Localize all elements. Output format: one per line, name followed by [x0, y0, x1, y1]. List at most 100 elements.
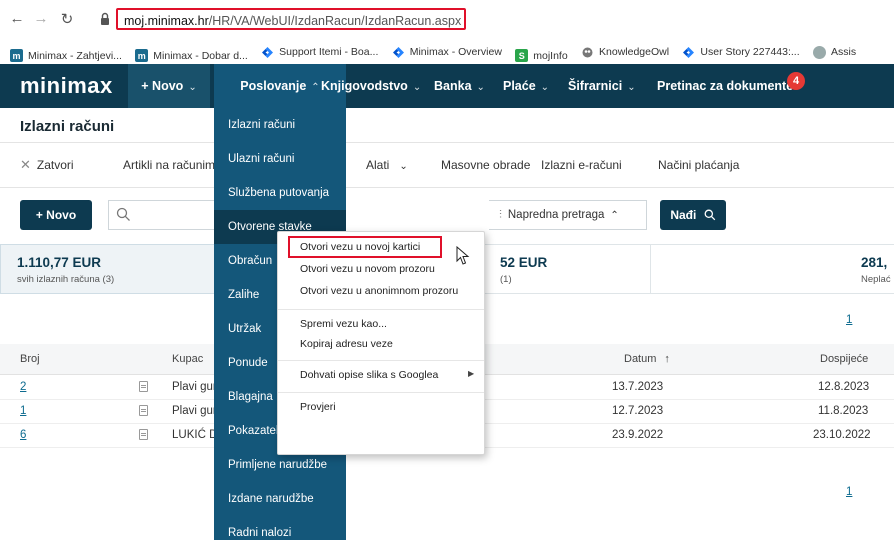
add-new-button[interactable]: + Novo — [20, 200, 92, 230]
nav-novo[interactable]: + Novo ⌄ — [128, 64, 210, 108]
menu-item-izdane-narudzbe[interactable]: Izdane narudžbe — [214, 482, 346, 516]
close-button[interactable]: ✕ Zatvori — [20, 143, 74, 187]
bookmark-item[interactable]: Minimax - Overview — [392, 40, 502, 64]
jira-icon — [262, 46, 274, 58]
chevron-down-icon: ⌄ — [399, 161, 408, 172]
bookmark-item[interactable]: SmojInfo — [515, 44, 568, 65]
url-host: moj.minimax.hr — [124, 14, 209, 28]
m-icon: m — [10, 49, 23, 62]
pager-page-1[interactable]: 1 — [846, 486, 852, 498]
invoice-number-link[interactable]: 2 — [20, 375, 26, 399]
nav-knjigovodstvo-label: Knjigovodstvo — [321, 79, 408, 93]
knowledgeowl-icon — [582, 47, 593, 57]
summary-card-unpaid[interactable]: 281, Neplać — [650, 244, 894, 294]
bookmark-item[interactable]: Assis — [812, 40, 856, 64]
reload-icon[interactable]: ↻ — [58, 10, 76, 28]
bookmark-item[interactable]: Support Itemi - Boa... — [261, 40, 378, 64]
date-cell: 12.7.2023 — [612, 405, 664, 417]
document-icon[interactable] — [139, 405, 148, 416]
ctx-open-incognito[interactable]: Otvori vezu u anonimnom prozoru — [300, 285, 458, 297]
advanced-search-label: Napredna pretraga — [507, 209, 605, 221]
izlazni-e-racuni-button[interactable]: Izlazni e-računi — [541, 143, 622, 187]
card-amount: 1.110,77 EUR — [17, 255, 102, 270]
datum-label: Datum — [624, 353, 657, 365]
document-icon[interactable] — [139, 381, 148, 392]
menu-item-ulazni-racuni[interactable]: Ulazni računi — [214, 142, 346, 176]
nav-sifrarnici[interactable]: Šifrarnici ⌄ — [568, 64, 636, 108]
due-date-cell: 23.10.2022 — [813, 429, 871, 441]
menu-item-radni-nalozi[interactable]: Radni nalozi — [214, 516, 346, 550]
ctx-copy-link[interactable]: Kopiraj adresu veze — [300, 338, 393, 350]
bookmark-item[interactable]: m Minimax - Dobar d... — [135, 44, 248, 65]
menu-item-sluzbena-putovanja[interactable]: Službena putovanja — [214, 176, 346, 210]
chevron-up-icon: ⌃ — [610, 210, 619, 221]
filter-sliders-icon: ⫶ — [499, 209, 502, 221]
advanced-search-toggle[interactable]: ⫶ Napredna pretraga ⌃ — [489, 200, 647, 230]
document-icon[interactable] — [139, 429, 148, 440]
due-date-cell: 11.8.2023 — [818, 405, 869, 417]
nacini-placanja-button[interactable]: Načini plaćanja — [658, 143, 739, 187]
bookmark-item[interactable]: m Minimax - Zahtjevi... — [10, 44, 122, 65]
menu-separator — [278, 360, 484, 361]
alati-label: Alati — [366, 158, 390, 172]
bookmark-label: Support Itemi - Boa... — [279, 46, 379, 58]
ctx-inspect[interactable]: Provjeri — [300, 401, 336, 413]
forward-arrow-icon[interactable]: → — [32, 10, 50, 27]
back-arrow-icon[interactable]: ← — [8, 10, 26, 27]
minimax-logo[interactable]: minimax — [20, 73, 113, 99]
artikli-button[interactable]: Artikli na računima — [123, 143, 222, 187]
masovne-obrade-button[interactable]: Masovne obrade — [441, 143, 530, 187]
find-button[interactable]: Nađi — [660, 200, 726, 230]
page-title: Izlazni računi — [20, 118, 115, 135]
bookmark-label: Minimax - Zahtjevi... — [28, 49, 122, 62]
browser-toolbar: ← → ↻ moj.minimax.hr/HR/VA/WebUI/IzdanRa… — [0, 0, 894, 40]
alati-button[interactable]: Alati ⌄ — [366, 143, 408, 187]
nav-knjigovodstvo[interactable]: Knjigovodstvo ⌄ — [321, 64, 421, 108]
pager-page-1[interactable]: 1 — [846, 314, 852, 326]
column-header-datum[interactable]: Datum ↑ — [624, 344, 670, 374]
menu-item-izlazni-racuni[interactable]: Izlazni računi — [214, 108, 346, 142]
lock-icon[interactable] — [100, 12, 110, 26]
address-bar[interactable]: moj.minimax.hr/HR/VA/WebUI/IzdanRacun/Iz… — [116, 8, 466, 30]
customer-cell: Plavi gur — [172, 381, 217, 393]
bookmark-item[interactable]: User Story 227443:... — [682, 40, 800, 64]
close-icon: ✕ — [20, 157, 31, 172]
chevron-down-icon: ⌄ — [540, 82, 550, 93]
page-toolbar: ✕ Zatvori Artikli na računima Alati ⌄ Maso… — [0, 143, 894, 187]
ctx-open-new-tab[interactable]: Otvori vezu u novoj kartici — [300, 241, 420, 253]
ctx-google-images[interactable]: Dohvati opise slika s Googlea — [300, 369, 438, 381]
ctx-save-link[interactable]: Spremi vezu kao... — [300, 318, 387, 330]
bookmark-item[interactable]: KnowledgeOwl — [581, 40, 669, 64]
nav-novo-label: + Novo — [141, 79, 184, 93]
invoice-number-link[interactable]: 1 — [20, 399, 26, 423]
nav-place[interactable]: Plaće ⌄ — [503, 64, 549, 108]
search-box[interactable] — [108, 200, 215, 230]
search-input[interactable] — [135, 203, 215, 229]
nav-banka-label: Banka — [434, 79, 472, 93]
ctx-open-new-window[interactable]: Otvori vezu u novom prozoru — [300, 263, 435, 275]
bookmark-label: User Story 227443:... — [700, 46, 800, 58]
date-cell: 13.7.2023 — [612, 381, 664, 393]
nav-banka[interactable]: Banka ⌄ — [434, 64, 485, 108]
customer-cell: Plavi gur — [172, 405, 217, 417]
column-header-kupac[interactable]: Kupac — [172, 344, 203, 374]
invoice-number-link[interactable]: 6 — [20, 423, 26, 447]
column-header-broj[interactable]: Broj — [20, 344, 40, 374]
customer-cell: LUKIĆ D — [172, 429, 218, 441]
divider — [0, 187, 894, 188]
nav-pretinac[interactable]: Pretinac za dokumente — [657, 64, 793, 108]
bookmark-label: KnowledgeOwl — [599, 46, 670, 58]
chevron-down-icon: ⌄ — [627, 82, 636, 93]
search-icon — [116, 207, 130, 221]
bookmark-label: Minimax - Overview — [409, 46, 502, 58]
menu-separator — [278, 309, 484, 310]
column-header-dospijece[interactable]: Dospijeće — [820, 344, 868, 374]
sort-arrow-up-icon: ↑ — [664, 353, 670, 365]
due-date-cell: 12.8.2023 — [818, 381, 870, 393]
date-cell: 23.9.2022 — [612, 429, 664, 441]
bookmark-label: mojInfo — [533, 49, 568, 62]
ctx-google-images-label: Dohvati opise slika s Googlea — [300, 369, 439, 381]
nav-place-label: Plaće — [503, 79, 536, 93]
card-label: Neplać — [861, 274, 891, 285]
summary-card-all[interactable]: 1.110,77 EUR svih izlaznih računa (3) — [0, 244, 215, 294]
